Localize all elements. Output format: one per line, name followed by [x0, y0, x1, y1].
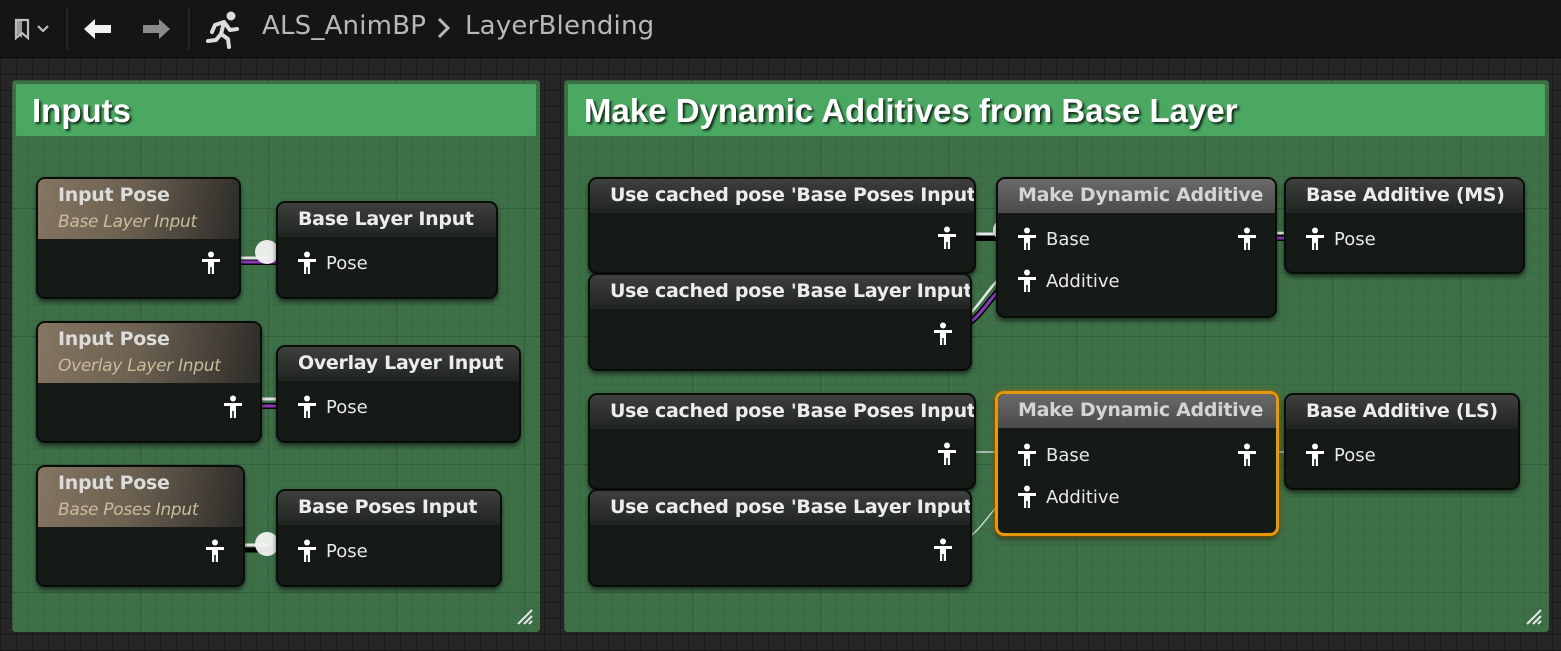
node-header: Overlay Layer Input	[278, 347, 519, 381]
node-header: Base Additive (LS)	[1286, 395, 1518, 429]
back-button[interactable]	[76, 0, 120, 58]
comment-title: Inputs	[32, 92, 131, 129]
pose-pin-icon[interactable]	[296, 395, 318, 419]
comment-header[interactable]: Make Dynamic Additives from Base Layer	[568, 84, 1545, 136]
node-title: Use cached pose 'Base Layer Input'	[610, 280, 970, 302]
pose-pin-icon[interactable]	[1304, 443, 1326, 467]
save-cached-pose-node[interactable]: Base Additive (MS) Pose	[1284, 177, 1525, 274]
use-cached-pose-node[interactable]: Use cached pose 'Base Poses Input'	[588, 393, 976, 490]
arrow-left-icon	[84, 19, 111, 39]
comment-header[interactable]: Inputs	[16, 84, 536, 136]
pose-pin-icon[interactable]	[1016, 227, 1038, 251]
pose-pin-icon[interactable]	[1304, 227, 1326, 251]
graph-toolbar: ALS_AnimBP LayerBlending	[0, 0, 1561, 58]
breadcrumb-root[interactable]: ALS_AnimBP	[262, 11, 426, 41]
anim-blueprint-button[interactable]	[200, 0, 248, 58]
pose-pin-icon[interactable]	[936, 226, 958, 250]
make-dynamic-additive-node[interactable]: Make Dynamic Additive Base Additive	[995, 391, 1279, 536]
pose-pin-icon[interactable]	[1236, 443, 1258, 467]
pose-pin-icon[interactable]	[936, 442, 958, 466]
use-cached-pose-node[interactable]: Use cached pose 'Base Poses Input'	[588, 177, 976, 274]
node-title: Base Layer Input	[298, 208, 474, 230]
pin-label-additive: Additive	[1046, 271, 1120, 292]
comment-title: Make Dynamic Additives from Base Layer	[584, 92, 1238, 129]
pose-pin-icon[interactable]	[1016, 443, 1038, 467]
resize-handle-icon[interactable]	[514, 606, 534, 626]
node-title: Base Additive (MS)	[1306, 184, 1505, 206]
resize-handle-icon[interactable]	[1523, 606, 1543, 626]
node-header: Use cached pose 'Base Layer Input'	[590, 491, 970, 525]
node-header: Make Dynamic Additive	[998, 394, 1276, 428]
node-title: Make Dynamic Additive	[1018, 184, 1264, 206]
node-header: Make Dynamic Additive	[998, 179, 1275, 213]
input-pose-node[interactable]: Input Pose Base Layer Input	[36, 177, 241, 299]
pin-label: Pose	[326, 397, 368, 418]
node-header: Input Pose Base Poses Input	[38, 467, 243, 527]
node-subtitle: Base Layer Input	[58, 212, 197, 232]
node-subtitle: Overlay Layer Input	[58, 356, 221, 376]
node-title: Make Dynamic Additive	[1018, 399, 1264, 421]
pin-label-base: Base	[1046, 445, 1090, 466]
running-figure-icon	[206, 11, 239, 49]
node-title: Input Pose	[58, 328, 170, 350]
input-pose-node[interactable]: Input Pose Overlay Layer Input	[36, 321, 262, 443]
node-header: Use cached pose 'Base Poses Input'	[590, 395, 974, 429]
node-title: Base Additive (LS)	[1306, 400, 1498, 422]
node-header: Use cached pose 'Base Poses Input'	[590, 179, 974, 213]
node-title: Use cached pose 'Base Layer Input'	[610, 496, 970, 518]
node-title: Input Pose	[58, 472, 170, 494]
pin-label-base: Base	[1046, 229, 1090, 250]
node-header: Base Poses Input	[278, 491, 500, 525]
breadcrumb-current[interactable]: LayerBlending	[465, 11, 654, 41]
pin-label-additive: Additive	[1046, 487, 1120, 508]
save-cached-pose-node[interactable]: Base Layer Input Pose	[276, 201, 498, 299]
pin-label: Pose	[1334, 229, 1376, 250]
pose-pin-icon[interactable]	[296, 251, 318, 275]
node-header: Use cached pose 'Base Layer Input'	[590, 275, 970, 309]
make-dynamic-additive-node[interactable]: Make Dynamic Additive Base Additive	[996, 177, 1277, 318]
arrow-right-icon	[143, 19, 170, 39]
node-title: Overlay Layer Input	[298, 352, 504, 374]
node-title: Use cached pose 'Base Poses Input'	[610, 184, 974, 206]
pose-pin-icon[interactable]	[204, 539, 226, 563]
pose-pin-icon[interactable]	[1236, 227, 1258, 251]
node-header: Input Pose Base Layer Input	[38, 179, 239, 239]
pin-label: Pose	[1334, 445, 1376, 466]
node-header: Base Layer Input	[278, 203, 496, 237]
node-title: Use cached pose 'Base Poses Input'	[610, 400, 974, 422]
pose-pin-icon[interactable]	[1016, 485, 1038, 509]
bookmark-icon	[14, 18, 49, 41]
input-pose-node[interactable]: Input Pose Base Poses Input	[36, 465, 245, 587]
pin-label: Pose	[326, 541, 368, 562]
save-cached-pose-node[interactable]: Base Poses Input Pose	[276, 489, 502, 587]
node-header: Base Additive (MS)	[1286, 179, 1523, 213]
node-title: Input Pose	[58, 184, 170, 206]
pose-pin-icon[interactable]	[222, 395, 244, 419]
use-cached-pose-node[interactable]: Use cached pose 'Base Layer Input'	[588, 273, 972, 371]
pose-pin-icon[interactable]	[932, 538, 954, 562]
chevron-right-icon	[437, 17, 451, 39]
use-cached-pose-node[interactable]: Use cached pose 'Base Layer Input'	[588, 489, 972, 587]
node-title: Base Poses Input	[298, 496, 478, 518]
save-cached-pose-node[interactable]: Base Additive (LS) Pose	[1284, 393, 1520, 490]
save-cached-pose-node[interactable]: Overlay Layer Input Pose	[276, 345, 521, 443]
node-header: Input Pose Overlay Layer Input	[38, 323, 260, 383]
forward-button[interactable]	[134, 0, 178, 58]
pose-pin-icon[interactable]	[296, 539, 318, 563]
pose-pin-icon[interactable]	[200, 251, 222, 275]
node-subtitle: Base Poses Input	[58, 500, 199, 520]
bookmark-button[interactable]	[2, 0, 58, 58]
pose-pin-icon[interactable]	[1016, 269, 1038, 293]
pin-label: Pose	[326, 253, 368, 274]
pose-pin-icon[interactable]	[932, 322, 954, 346]
